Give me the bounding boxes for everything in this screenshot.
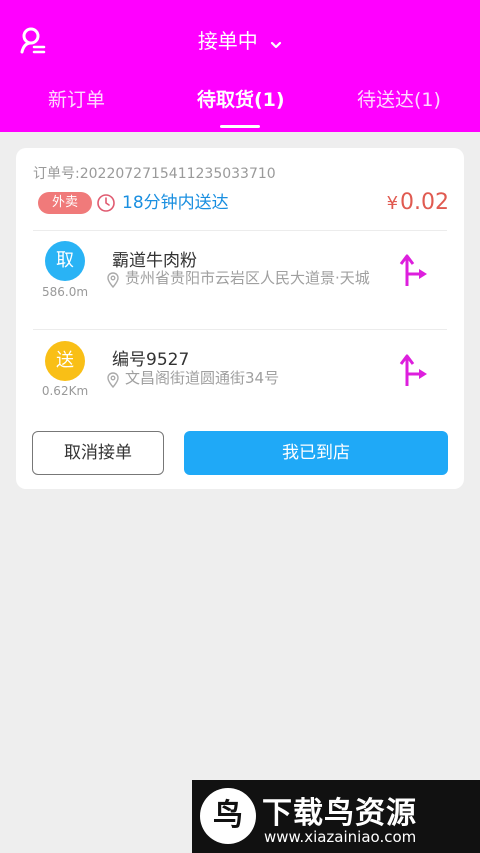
route-turn-icon[interactable]: [399, 252, 429, 292]
tab-new-orders[interactable]: 新订单: [48, 86, 105, 114]
order-type-badge: 外卖: [38, 192, 92, 214]
tab-awaiting-pickup[interactable]: 待取货(1): [197, 86, 285, 114]
chevron-down-icon: [270, 30, 282, 56]
accepting-orders-toggle[interactable]: 接单中: [0, 28, 480, 56]
order-tabs: 新订单 待取货(1) 待送达(1): [0, 86, 480, 116]
pickup-badge: 取: [45, 241, 85, 281]
route-turn-icon[interactable]: [399, 352, 429, 392]
watermark: 鸟 下载鸟资源 www.xiazainiao.com: [192, 780, 480, 853]
divider: [33, 329, 447, 330]
clock-icon: [96, 193, 116, 217]
delivery-deadline: 18分钟内送达: [122, 193, 229, 213]
order-price: ¥0.02: [387, 189, 449, 218]
dropoff-address: 文昌阁街道圆通街34号: [125, 369, 280, 387]
pickup-distance: 586.0m: [41, 285, 89, 299]
active-tab-indicator: [220, 125, 260, 128]
arrived-at-store-button[interactable]: 我已到店: [184, 431, 448, 475]
location-pin-icon: [106, 372, 120, 392]
watermark-title: 下载鸟资源: [262, 796, 417, 831]
watermark-logo: 鸟: [200, 788, 256, 844]
dropoff-distance: 0.62Km: [41, 384, 89, 398]
currency-symbol: ¥: [386, 193, 399, 214]
tab-awaiting-delivery[interactable]: 待送达(1): [357, 86, 441, 114]
price-value: 0.02: [400, 190, 449, 215]
watermark-url: www.xiazainiao.com: [264, 828, 417, 846]
cancel-order-button[interactable]: 取消接单: [32, 431, 164, 475]
dropoff-name: 编号9527: [112, 350, 190, 370]
order-card[interactable]: 订单号:20220727154112350337​10 外卖 18分钟内送达 ¥…: [16, 148, 464, 489]
pickup-address: 贵州省贵阳市云岩区人民大道景·天城: [125, 269, 370, 287]
top-bar: 接单中 新订单 待取货(1) 待送达(1): [0, 0, 480, 132]
divider: [33, 230, 447, 231]
dropoff-badge: 送: [45, 341, 85, 381]
order-number: 订单号:20220727154112350337​10: [33, 166, 276, 182]
location-pin-icon: [106, 272, 120, 292]
status-label: 接单中: [197, 29, 258, 53]
